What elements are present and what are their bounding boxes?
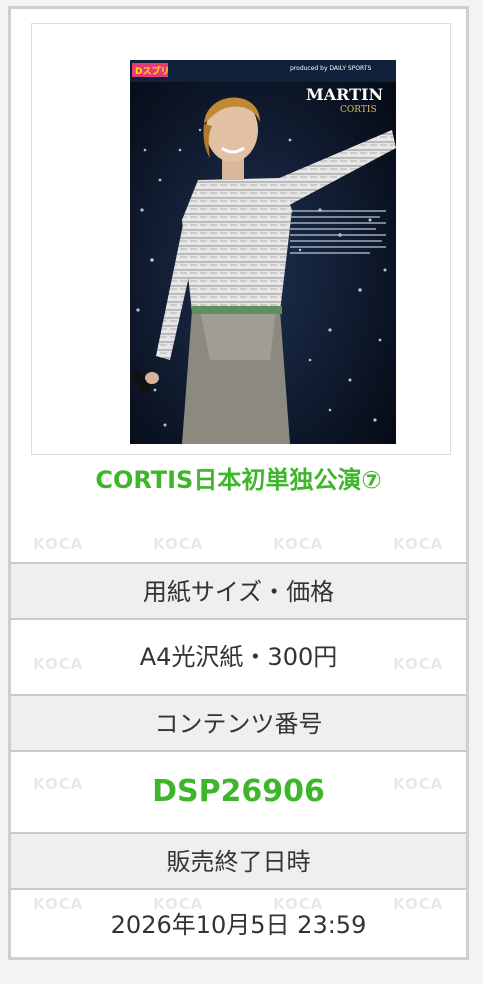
photo-group-text: CORTIS — [340, 105, 377, 115]
product-title[interactable]: CORTIS日本初単独公演⑦ — [11, 455, 466, 505]
content-number-header: コンテンツ番号 — [11, 694, 466, 750]
size-price-value: A4光沢紙・300円 — [11, 618, 466, 694]
size-price-header: 用紙サイズ・価格 — [11, 562, 466, 618]
watermark: KOCA — [273, 535, 324, 553]
photo-credit-text: produced by DAILY SPORTS — [290, 65, 371, 72]
photo-brand-text: Dスプリ — [135, 65, 169, 77]
product-photo[interactable]: Dスプリ produced by DAILY SPORTS MARTIN COR… — [130, 60, 396, 444]
content-number-value: DSP26906 — [11, 750, 466, 832]
product-card: KOCA KOCA KOCA KOCA KOCA KOCA KOCA KOCA … — [8, 6, 469, 960]
photo-name-text: MARTIN — [306, 85, 383, 104]
watermark: KOCA — [393, 535, 444, 553]
sale-end-header: 販売終了日時 — [11, 832, 466, 888]
sale-end-value: 2026年10月5日 23:59 — [11, 888, 466, 957]
watermark: KOCA — [153, 535, 204, 553]
watermark: KOCA — [33, 535, 84, 553]
photo-illustration: Dスプリ produced by DAILY SPORTS MARTIN COR… — [130, 60, 396, 444]
photo-frame: Dスプリ produced by DAILY SPORTS MARTIN COR… — [31, 23, 451, 455]
